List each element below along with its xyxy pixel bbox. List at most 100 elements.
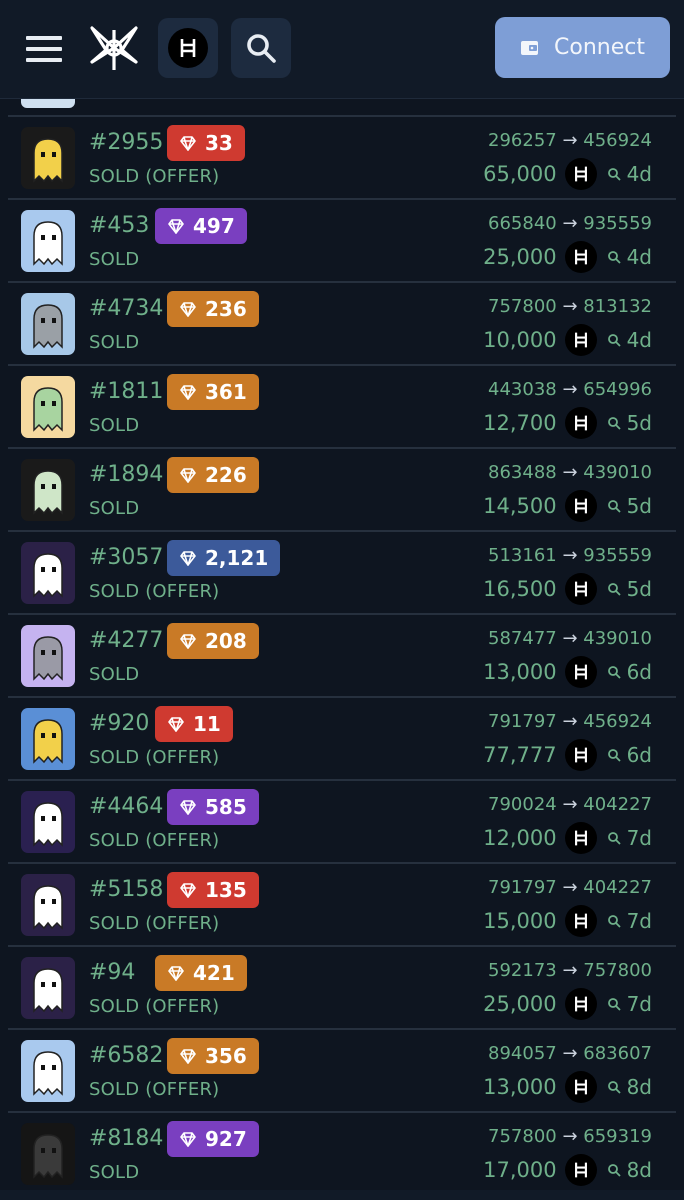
nft-thumbnail[interactable] bbox=[21, 293, 75, 355]
sale-row[interactable]: #6582 356 SOLD (OFFER) 894057 → 683607 13,00… bbox=[8, 1030, 676, 1113]
nft-id[interactable]: #5158 bbox=[89, 877, 163, 902]
nft-id[interactable]: #1894 bbox=[89, 462, 163, 487]
tx-age-link[interactable]: 5d bbox=[607, 494, 652, 518]
buyer-account[interactable]: 439010 bbox=[583, 462, 652, 483]
seller-account[interactable]: 587477 bbox=[488, 628, 557, 649]
seller-account[interactable]: 443038 bbox=[488, 379, 557, 400]
sale-row[interactable]: #2955 33 SOLD (OFFER) 296257 → 456924 65,000… bbox=[8, 117, 676, 200]
seller-account[interactable]: 296257 bbox=[488, 130, 557, 151]
tx-age-link[interactable]: 5d bbox=[607, 411, 652, 435]
transfer-accounts[interactable]: 757800 → 659319 bbox=[488, 1126, 652, 1147]
tx-age-link[interactable]: 6d bbox=[607, 660, 652, 684]
diamond-icon bbox=[179, 550, 197, 566]
sale-row[interactable]: #1894 226 SOLD 863488 → 439010 14,500 5d bbox=[8, 449, 676, 532]
nft-id[interactable]: #3057 bbox=[89, 545, 163, 570]
tx-age-link[interactable]: 6d bbox=[607, 743, 652, 767]
seller-account[interactable]: 894057 bbox=[488, 1043, 557, 1064]
sale-row[interactable]: #4464 585 SOLD (OFFER) 790024 → 404227 12,00… bbox=[8, 781, 676, 864]
menu-icon[interactable] bbox=[26, 36, 62, 64]
magnifier-icon bbox=[607, 250, 621, 264]
buyer-account[interactable]: 757800 bbox=[583, 960, 652, 981]
transfer-accounts[interactable]: 587477 → 439010 bbox=[488, 628, 652, 649]
transfer-accounts[interactable]: 791797 → 404227 bbox=[488, 877, 652, 898]
nft-id[interactable]: #8184 bbox=[89, 1126, 163, 1151]
tx-age-link[interactable]: 7d bbox=[607, 826, 652, 850]
nft-thumbnail[interactable] bbox=[21, 957, 75, 1019]
nft-id[interactable]: #4464 bbox=[89, 794, 163, 819]
buyer-account[interactable]: 439010 bbox=[583, 628, 652, 649]
nft-id[interactable]: #4734 bbox=[89, 296, 163, 321]
buyer-account[interactable]: 404227 bbox=[583, 877, 652, 898]
buyer-account[interactable]: 813132 bbox=[583, 296, 652, 317]
nft-id[interactable]: #2955 bbox=[89, 130, 163, 155]
hbar-network-button[interactable] bbox=[158, 18, 218, 78]
transfer-accounts[interactable]: 296257 → 456924 bbox=[488, 130, 652, 151]
nft-thumbnail[interactable] bbox=[21, 376, 75, 438]
nft-id[interactable]: #453 bbox=[89, 213, 149, 238]
nft-id[interactable]: #920 bbox=[89, 711, 149, 736]
transfer-accounts[interactable]: 757800 → 813132 bbox=[488, 296, 652, 317]
buyer-account[interactable]: 654996 bbox=[583, 379, 652, 400]
nft-thumbnail[interactable] bbox=[21, 210, 75, 272]
seller-account[interactable]: 757800 bbox=[488, 1126, 557, 1147]
transfer-accounts[interactable]: 790024 → 404227 bbox=[488, 794, 652, 815]
seller-account[interactable]: 513161 bbox=[488, 545, 557, 566]
sale-row[interactable]: #94 421 SOLD (OFFER) 592173 → 757800 25,000 7… bbox=[8, 947, 676, 1030]
sale-price: 10,000 bbox=[483, 328, 557, 352]
seller-account[interactable]: 863488 bbox=[488, 462, 557, 483]
tx-age-link[interactable]: 4d bbox=[607, 162, 652, 186]
nft-thumbnail[interactable] bbox=[21, 459, 75, 521]
seller-account[interactable]: 592173 bbox=[488, 960, 557, 981]
tx-age-link[interactable]: 7d bbox=[607, 909, 652, 933]
nft-thumbnail[interactable] bbox=[21, 542, 75, 604]
buyer-account[interactable]: 935559 bbox=[583, 545, 652, 566]
sale-row[interactable]: #4734 236 SOLD 757800 → 813132 10,000 4d bbox=[8, 283, 676, 366]
tx-age-link[interactable]: 4d bbox=[607, 328, 652, 352]
transfer-accounts[interactable]: 863488 → 439010 bbox=[488, 462, 652, 483]
nft-thumbnail[interactable] bbox=[21, 625, 75, 687]
connect-wallet-button[interactable]: Connect bbox=[495, 17, 670, 78]
nft-id[interactable]: #1811 bbox=[89, 379, 163, 404]
buyer-account[interactable]: 683607 bbox=[583, 1043, 652, 1064]
nft-id[interactable]: #4277 bbox=[89, 628, 163, 653]
buyer-account[interactable]: 659319 bbox=[583, 1126, 652, 1147]
sale-row[interactable]: #453 497 SOLD 665840 → 935559 25,000 4d bbox=[8, 200, 676, 283]
seller-account[interactable]: 791797 bbox=[488, 711, 557, 732]
nft-id[interactable]: #94 bbox=[89, 960, 135, 985]
nft-thumbnail[interactable] bbox=[21, 874, 75, 936]
buyer-account[interactable]: 456924 bbox=[583, 130, 652, 151]
seller-account[interactable]: 757800 bbox=[488, 296, 557, 317]
tx-age-link[interactable]: 8d bbox=[607, 1158, 652, 1182]
nft-thumbnail[interactable] bbox=[21, 1040, 75, 1102]
transfer-accounts[interactable]: 513161 → 935559 bbox=[488, 545, 652, 566]
sale-row[interactable]: #1811 361 SOLD 443038 → 654996 12,700 5d bbox=[8, 366, 676, 449]
tx-age-link[interactable]: 4d bbox=[607, 245, 652, 269]
tx-age-link[interactable]: 7d bbox=[607, 992, 652, 1016]
tx-age-link[interactable]: 5d bbox=[607, 577, 652, 601]
logo-icon[interactable] bbox=[84, 20, 144, 76]
transfer-accounts[interactable]: 791797 → 456924 bbox=[488, 711, 652, 732]
age-text: 7d bbox=[626, 826, 652, 850]
search-button[interactable] bbox=[231, 18, 291, 78]
sale-row[interactable]: #920 11 SOLD (OFFER) 791797 → 456924 77,777 6… bbox=[8, 698, 676, 781]
buyer-account[interactable]: 935559 bbox=[583, 213, 652, 234]
sale-row[interactable]: #3057 2,121 SOLD (OFFER) 513161 → 935559 16,… bbox=[8, 532, 676, 615]
sale-row[interactable]: #5158 135 SOLD (OFFER) 791797 → 404227 15,00… bbox=[8, 864, 676, 947]
nft-thumbnail[interactable] bbox=[21, 791, 75, 853]
sale-row[interactable]: #8184 927 SOLD 757800 → 659319 17,000 8d bbox=[8, 1113, 676, 1196]
transfer-accounts[interactable]: 592173 → 757800 bbox=[488, 960, 652, 981]
buyer-account[interactable]: 404227 bbox=[583, 794, 652, 815]
sale-row[interactable]: #4277 208 SOLD 587477 → 439010 13,000 6d bbox=[8, 615, 676, 698]
seller-account[interactable]: 790024 bbox=[488, 794, 557, 815]
transfer-accounts[interactable]: 665840 → 935559 bbox=[488, 213, 652, 234]
transfer-accounts[interactable]: 894057 → 683607 bbox=[488, 1043, 652, 1064]
seller-account[interactable]: 665840 bbox=[488, 213, 557, 234]
buyer-account[interactable]: 456924 bbox=[583, 711, 652, 732]
nft-thumbnail[interactable] bbox=[21, 127, 75, 189]
nft-thumbnail[interactable] bbox=[21, 708, 75, 770]
seller-account[interactable]: 791797 bbox=[488, 877, 557, 898]
transfer-accounts[interactable]: 443038 → 654996 bbox=[488, 379, 652, 400]
tx-age-link[interactable]: 8d bbox=[607, 1075, 652, 1099]
nft-id[interactable]: #6582 bbox=[89, 1043, 163, 1068]
nft-thumbnail[interactable] bbox=[21, 1123, 75, 1185]
